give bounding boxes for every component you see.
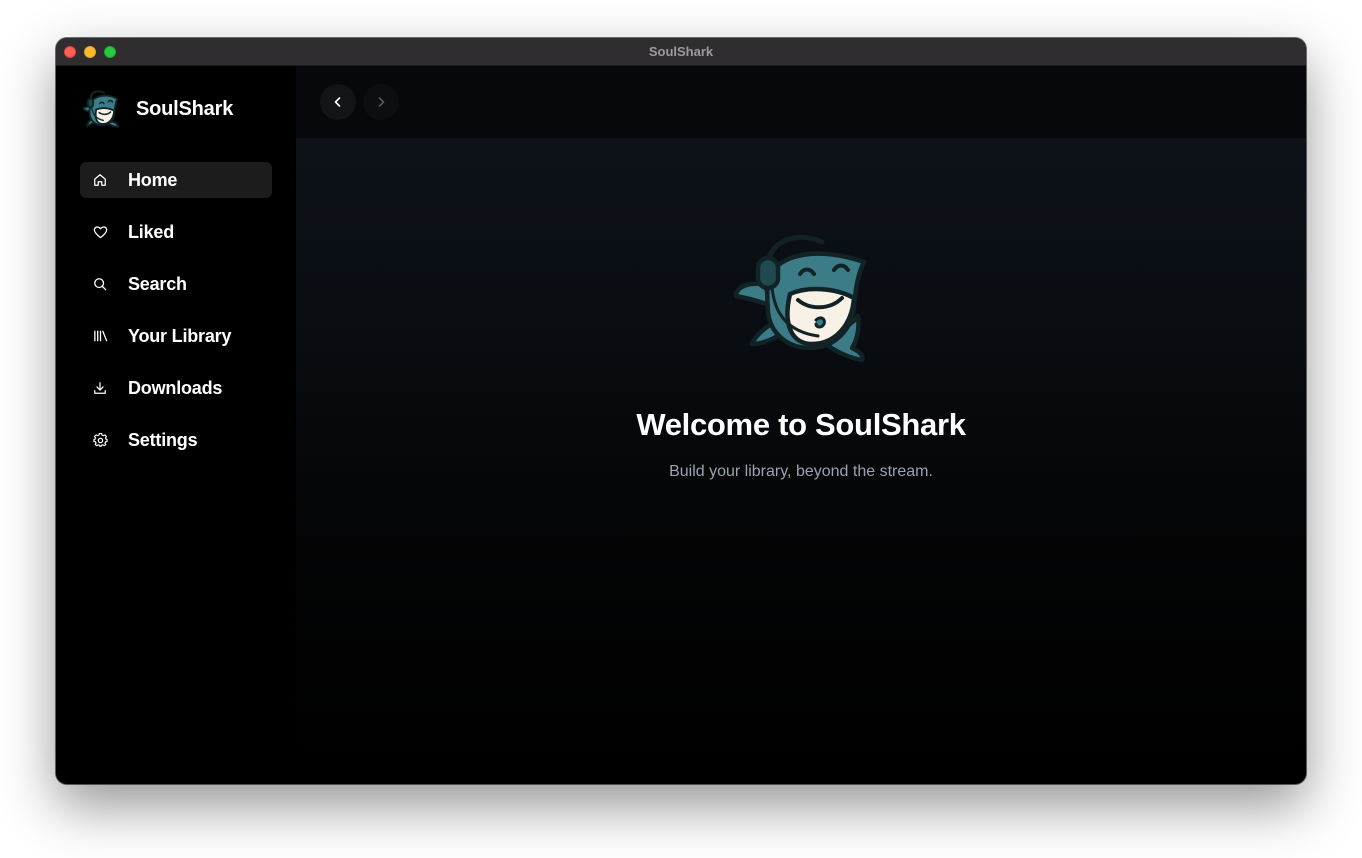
brand-name: SoulShark (136, 97, 234, 120)
back-button[interactable] (320, 84, 356, 120)
sidebar: SoulShark Home Liked Search Your Library… (56, 66, 296, 784)
sidebar-item-label: Liked (128, 221, 175, 242)
main-content: Welcome to SoulShark Build your library,… (296, 66, 1306, 784)
sidebar-item-label: Your Library (128, 325, 232, 346)
sidebar-item-label: Search (128, 273, 187, 294)
sidebar-item-label: Settings (128, 429, 198, 450)
sidebar-nav: Home Liked Search Your Library Downloads… (80, 162, 272, 474)
download-icon (92, 380, 108, 396)
window-title: SoulShark (648, 44, 714, 59)
sidebar-item-label: Home (128, 169, 178, 190)
chevron-right-icon (378, 97, 385, 107)
search-icon (92, 276, 108, 292)
sidebar-item-search[interactable]: Search (80, 266, 272, 302)
sidebar-item-liked[interactable]: Liked (80, 214, 272, 250)
sidebar-item-home[interactable]: Home (80, 162, 272, 198)
shark-headphones-icon (733, 234, 867, 363)
welcome-subtitle: Build your library, beyond the stream. (669, 463, 933, 480)
gear-icon (92, 432, 108, 448)
sidebar-item-settings[interactable]: Settings (80, 422, 272, 458)
chevron-left-icon (334, 97, 341, 107)
sidebar-item-your-library[interactable]: Your Library (80, 318, 272, 354)
top-navigation-bar (296, 66, 1306, 138)
brand[interactable]: SoulShark (80, 89, 233, 129)
sidebar-item-downloads[interactable]: Downloads (80, 370, 272, 406)
forward-button[interactable] (363, 84, 399, 120)
sidebar-item-label: Downloads (128, 377, 223, 398)
shark-logo-icon (82, 90, 120, 128)
home-icon (92, 172, 108, 188)
title-bar[interactable]: SoulShark (56, 38, 1306, 66)
app-window: SoulShark SoulShark Home Liked Search Yo… (56, 38, 1306, 784)
heart-icon (92, 224, 108, 240)
welcome-title: Welcome to SoulShark (636, 407, 966, 442)
library-icon (92, 328, 108, 344)
